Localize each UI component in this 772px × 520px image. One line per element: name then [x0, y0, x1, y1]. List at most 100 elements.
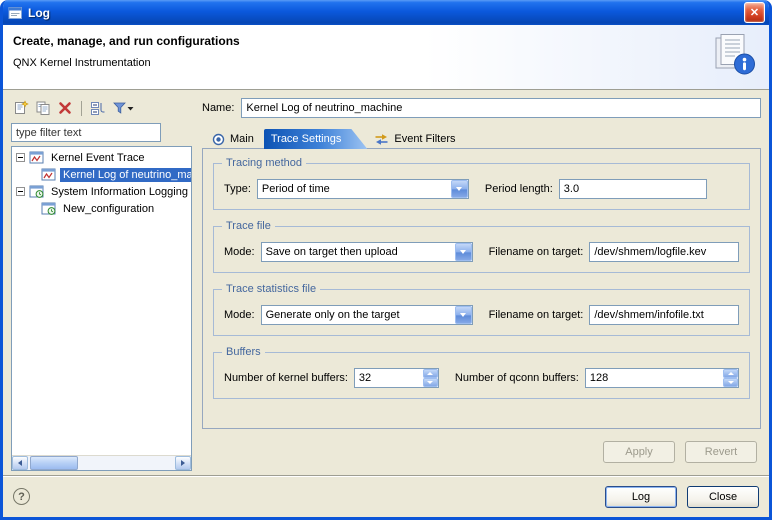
tree-item-label: Kernel Log of neutrino_machine: [60, 168, 191, 182]
combo-value: Generate only on the target: [262, 309, 455, 321]
trace-stats-filename-label: Filename on target:: [489, 309, 584, 321]
chevron-up-icon: [427, 372, 433, 375]
delete-configuration-button[interactable]: [55, 98, 75, 118]
dropdown-button[interactable]: [451, 180, 468, 198]
trace-file-mode-label: Mode:: [224, 246, 255, 258]
log-document-icon: [711, 33, 757, 80]
event-filters-tab-icon: [374, 133, 389, 146]
collapse-all-button[interactable]: [88, 98, 108, 118]
dialog-title: Create, manage, and run configurations: [13, 34, 759, 48]
name-row: Name:: [202, 98, 761, 118]
type-label: Type:: [224, 183, 251, 195]
tree-item-label: Kernel Event Trace: [48, 151, 148, 165]
qconn-buffers-label: Number of qconn buffers:: [455, 372, 579, 384]
tree-item-label: New_configuration: [60, 202, 157, 216]
chevron-down-icon: [728, 381, 734, 384]
collapse-toggle-icon[interactable]: [16, 153, 25, 162]
group-tracing-method: Tracing method Type: Period of time Peri…: [213, 163, 750, 210]
toolbar-separator: [81, 101, 82, 116]
revert-button[interactable]: Revert: [685, 441, 757, 463]
tree-item-label: System Information Logging: [48, 185, 191, 199]
tab-event-filters[interactable]: Event Filters: [367, 129, 465, 149]
configuration-detail-panel: Name: Main Trace Settings: [202, 97, 761, 471]
new-configuration-button[interactable]: [11, 98, 31, 118]
tree-item-new-configuration[interactable]: New_configuration: [12, 200, 191, 217]
name-input[interactable]: [241, 98, 761, 118]
trace-file-filename-input[interactable]: [589, 242, 739, 262]
spinner-buttons: [723, 369, 738, 387]
trace-stats-mode-label: Mode:: [224, 309, 255, 321]
chevron-down-icon: [460, 250, 466, 254]
help-button[interactable]: ?: [13, 488, 30, 505]
apply-revert-row: Apply Revert: [202, 429, 761, 471]
tracing-method-row: Type: Period of time Period length:: [224, 179, 739, 199]
kernel-log-icon: [41, 168, 57, 182]
trace-stats-mode-combo[interactable]: Generate only on the target: [261, 305, 473, 325]
configurations-toolbar: [11, 97, 192, 119]
new-configuration-icon: [41, 202, 57, 216]
scrollbar-thumb[interactable]: [30, 456, 78, 470]
scroll-left-icon: [18, 460, 22, 466]
system-information-logging-icon: [29, 185, 45, 199]
period-length-label: Period length:: [485, 183, 553, 195]
name-label: Name:: [202, 102, 234, 114]
kernel-buffers-spinner[interactable]: [354, 368, 439, 388]
spinner-buttons: [423, 369, 438, 387]
group-buffers: Buffers Number of kernel buffers: Number…: [213, 352, 750, 399]
period-length-input[interactable]: [559, 179, 707, 199]
filter-input[interactable]: [11, 123, 161, 142]
combo-value: Period of time: [258, 183, 451, 195]
spin-down-button[interactable]: [423, 378, 438, 387]
tree-item-system-information-logging[interactable]: System Information Logging: [12, 183, 191, 200]
collapse-toggle-icon[interactable]: [16, 187, 25, 196]
dialog-footer: ? Log Close: [3, 475, 769, 517]
close-icon: ✕: [750, 6, 759, 19]
tab-label: Main: [230, 133, 254, 145]
filter-options-button[interactable]: [110, 98, 137, 118]
spin-up-button[interactable]: [423, 369, 438, 378]
tree-item-kernel-log[interactable]: Kernel Log of neutrino_machine: [12, 166, 191, 183]
trace-file-mode-combo[interactable]: Save on target then upload: [261, 242, 473, 262]
tree-item-kernel-event-trace[interactable]: Kernel Event Trace: [12, 149, 191, 166]
scroll-right-button[interactable]: [175, 456, 191, 470]
dropdown-button[interactable]: [455, 243, 472, 261]
tree-viewport: Kernel Event Trace Kernel Log of neutrin…: [12, 147, 191, 455]
scroll-right-icon: [181, 460, 185, 466]
dialog-header: Create, manage, and run configurations Q…: [3, 25, 769, 90]
dropdown-button[interactable]: [455, 306, 472, 324]
chevron-down-icon: [427, 381, 433, 384]
scroll-left-button[interactable]: [12, 456, 28, 470]
tracing-type-combo[interactable]: Period of time: [257, 179, 469, 199]
apply-button[interactable]: Apply: [603, 441, 675, 463]
group-title: Trace file: [222, 220, 275, 232]
tab-main[interactable]: Main: [205, 129, 264, 149]
close-button[interactable]: Close: [687, 486, 759, 508]
kernel-buffers-input[interactable]: [355, 369, 423, 387]
group-title: Tracing method: [222, 157, 306, 169]
trace-file-filename-label: Filename on target:: [489, 246, 584, 258]
close-window-button[interactable]: ✕: [744, 2, 765, 23]
kernel-buffers-label: Number of kernel buffers:: [224, 372, 348, 384]
dialog-body: Kernel Event Trace Kernel Log of neutrin…: [3, 90, 769, 475]
tab-bar: Main Trace Settings Event Filters: [202, 127, 761, 148]
window-titlebar[interactable]: Log ✕: [3, 0, 769, 25]
duplicate-configuration-button[interactable]: [33, 98, 53, 118]
group-trace-statistics-file: Trace statistics file Mode: Generate onl…: [213, 289, 750, 336]
main-tab-icon: [212, 133, 225, 146]
spin-down-button[interactable]: [723, 378, 738, 387]
qconn-buffers-spinner[interactable]: [585, 368, 739, 388]
tab-label: Event Filters: [394, 133, 455, 145]
spin-up-button[interactable]: [723, 369, 738, 378]
scrollbar-track[interactable]: [28, 456, 175, 470]
tab-trace-settings[interactable]: Trace Settings: [264, 129, 368, 149]
tab-label: Trace Settings: [271, 133, 342, 145]
tree-horizontal-scrollbar[interactable]: [12, 455, 191, 470]
chevron-down-icon: [456, 187, 462, 191]
trace-stats-filename-input[interactable]: [589, 305, 739, 325]
window-icon: [8, 5, 24, 20]
trace-statistics-row: Mode: Generate only on the target Filena…: [224, 305, 739, 325]
log-button[interactable]: Log: [605, 486, 677, 508]
log-dialog-window: Log ✕ Create, manage, and run configurat…: [0, 0, 772, 520]
chevron-up-icon: [728, 372, 734, 375]
qconn-buffers-input[interactable]: [586, 369, 723, 387]
